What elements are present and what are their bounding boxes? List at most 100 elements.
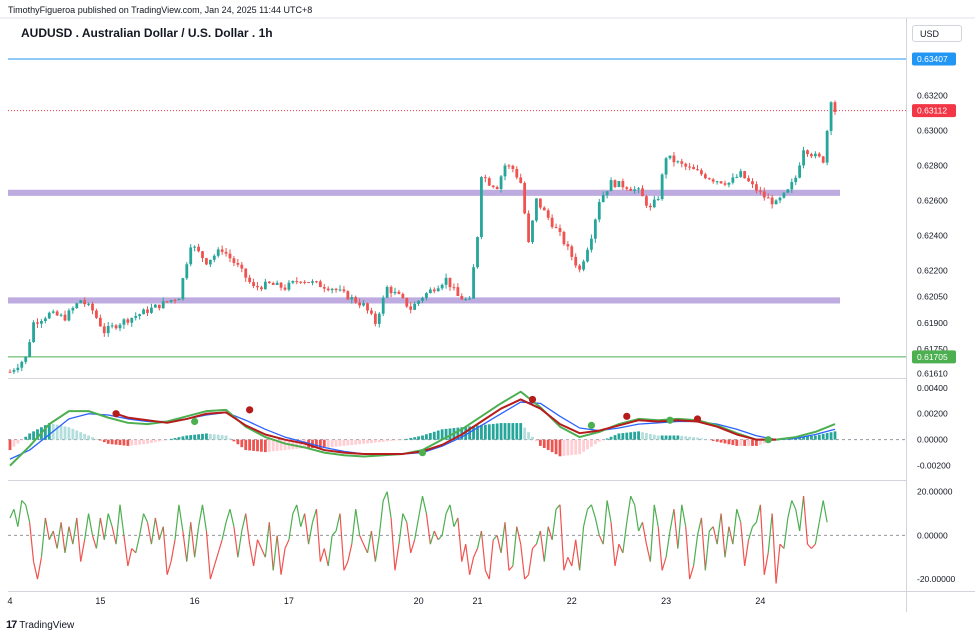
macd-histogram-bar — [220, 435, 224, 440]
oscillator-segment — [107, 513, 113, 527]
candle-body — [723, 183, 727, 185]
macd-histogram-bar — [370, 439, 373, 443]
candle-body — [755, 184, 758, 191]
candle-body — [322, 287, 326, 289]
oscillator-segment — [555, 504, 561, 510]
candle-body — [491, 185, 495, 187]
macd-histogram-bar — [271, 439, 275, 452]
candle-body — [193, 246, 197, 248]
macd-histogram-bar — [208, 433, 212, 440]
time-tick-label: 4 — [7, 596, 12, 606]
macd-histogram-bar — [401, 439, 405, 441]
macd-histogram-bar — [810, 435, 813, 440]
oscillator-segment — [752, 521, 757, 528]
oscillator-segment — [441, 513, 447, 536]
candle-body — [519, 177, 523, 184]
macd-histogram-bar — [719, 439, 723, 443]
candle-body — [334, 288, 338, 290]
candle-body — [263, 281, 267, 290]
candle-body — [696, 169, 699, 171]
macd-histogram-bar — [118, 439, 122, 446]
oscillator-segment — [178, 504, 184, 532]
oscillator-segment — [205, 530, 211, 580]
oscillator-segment — [229, 509, 235, 527]
oscillator-segment — [473, 548, 479, 558]
candle-body — [28, 342, 32, 357]
macd-cross-marker — [764, 436, 772, 444]
candle-body — [98, 317, 102, 327]
candle-body — [232, 258, 236, 263]
candle-body — [790, 182, 794, 190]
macd-histogram-bar — [597, 439, 601, 442]
oscillator-segment — [335, 513, 341, 532]
price-tick-label: 0.61610 — [917, 369, 948, 379]
candle-body — [205, 258, 208, 265]
candle-body — [409, 306, 413, 310]
oscillator-segment — [579, 526, 585, 571]
candle-body — [652, 199, 656, 208]
macd-histogram-bar — [593, 439, 597, 445]
macd-histogram-bar — [95, 438, 98, 440]
macd-histogram-bar — [660, 435, 664, 440]
chart-canvas[interactable]: 0.63200 0.63000 0.62800 0.62600 0.62400 0.622… — [0, 0, 975, 638]
candle-body — [515, 168, 519, 178]
macd-histogram-bar — [256, 439, 259, 452]
macd-histogram-bar — [87, 435, 90, 440]
oscillator-segment — [669, 509, 675, 532]
macd-histogram-bar — [244, 439, 248, 451]
oscillator-segment — [29, 522, 35, 562]
macd-histogram-bar — [177, 437, 181, 440]
macd-histogram-bar — [12, 439, 16, 447]
macd-histogram-bar — [743, 439, 747, 446]
macd-histogram-bar — [248, 439, 252, 451]
macd-histogram-bar — [240, 439, 244, 448]
candle-body — [24, 356, 28, 362]
oscillator-segment — [799, 496, 805, 532]
oscillator-segment — [488, 539, 494, 580]
time-tick-label: 16 — [190, 596, 200, 606]
macd-histogram-bar — [582, 439, 585, 452]
macd-histogram-bar — [574, 439, 578, 455]
macd-histogram-bar — [157, 439, 161, 442]
oscillator-segment — [532, 543, 537, 549]
candle-body — [633, 189, 637, 191]
macd-histogram-bar — [637, 431, 640, 440]
macd-histogram-bar — [161, 439, 165, 441]
macd-histogram-bar — [700, 438, 703, 440]
macd-histogram-bar — [715, 439, 719, 442]
oscillator-segment — [818, 500, 824, 523]
oscillator-segment — [716, 513, 722, 545]
oscillator-segment — [241, 513, 247, 532]
candle-body — [476, 237, 479, 268]
candle-body — [75, 303, 79, 309]
macd-histogram-bar — [586, 439, 589, 450]
candle-body — [688, 166, 692, 168]
oscillator-segment — [394, 544, 400, 571]
macd-histogram-bar — [641, 432, 644, 440]
oscillator-segment — [347, 544, 353, 562]
oscillator-segment — [685, 526, 691, 580]
oscillator-segment — [822, 500, 828, 523]
candle-body — [582, 261, 585, 270]
macd-histogram-bar — [833, 431, 837, 440]
candle-body — [609, 180, 613, 192]
oscillator-segment — [791, 500, 797, 510]
candle-body — [617, 181, 621, 187]
price-axis: 0.63200 0.63000 0.62800 0.62600 0.62400 0.622… — [912, 52, 956, 584]
macd-histogram-bar — [114, 439, 118, 445]
macd-histogram-bar — [102, 439, 106, 443]
candle-body — [798, 165, 802, 178]
candle-body — [770, 197, 774, 205]
candle-body — [766, 197, 770, 199]
oscillator-segment — [174, 504, 180, 540]
macd-histogram-bar — [817, 434, 821, 440]
candle-body — [483, 177, 487, 179]
time-axis: 4 15 16 17 20 21 22 23 24 — [7, 596, 765, 606]
candle-body — [715, 181, 719, 183]
candle-body — [743, 171, 747, 179]
candle-body — [110, 325, 114, 327]
candle-body — [130, 317, 134, 323]
macd-histogram-bar — [193, 434, 197, 440]
candle-body — [385, 286, 389, 298]
candle-body — [574, 256, 578, 266]
